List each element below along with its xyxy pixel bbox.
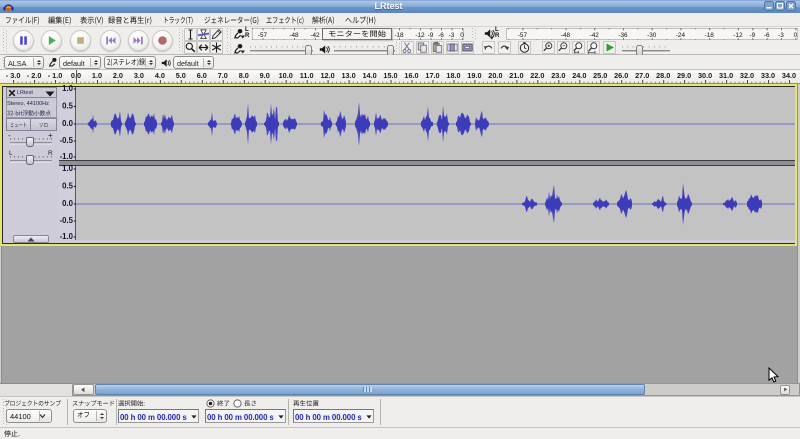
svg-text:1.0: 1.0 — [62, 164, 74, 173]
svg-text:-36: -36 — [618, 32, 628, 39]
svg-text:11.0: 11.0 — [300, 71, 314, 80]
svg-text:31.0: 31.0 — [719, 71, 733, 80]
svg-text:4.0: 4.0 — [155, 71, 165, 80]
svg-text:17.0: 17.0 — [425, 71, 439, 80]
svg-text:2.0: 2.0 — [113, 71, 123, 80]
svg-text:-24: -24 — [676, 32, 686, 39]
svg-text:0.0: 0.0 — [62, 119, 74, 128]
svg-text:5.0: 5.0 — [176, 71, 186, 80]
svg-text:18.0: 18.0 — [446, 71, 460, 80]
svg-text:34.0: 34.0 — [782, 71, 796, 80]
svg-text:-6: -6 — [764, 32, 770, 39]
svg-text:24.0: 24.0 — [572, 71, 586, 80]
svg-text:0.5: 0.5 — [62, 182, 74, 191]
svg-text:15.0: 15.0 — [383, 71, 397, 80]
svg-text:6.0: 6.0 — [197, 71, 207, 80]
svg-text:12.0: 12.0 — [320, 71, 334, 80]
svg-text:29.0: 29.0 — [677, 71, 691, 80]
svg-text:7.0: 7.0 — [218, 71, 228, 80]
svg-text:28.0: 28.0 — [656, 71, 670, 80]
svg-text:-12: -12 — [733, 32, 743, 39]
svg-text:-0.5: -0.5 — [60, 136, 74, 145]
svg-text:-48: -48 — [289, 32, 299, 39]
svg-text:-6: -6 — [438, 32, 444, 39]
svg-text:0.5: 0.5 — [62, 102, 74, 111]
svg-text:8.0: 8.0 — [239, 71, 249, 80]
svg-text:10.0: 10.0 — [279, 71, 293, 80]
svg-text:0: 0 — [794, 32, 798, 39]
svg-text:-1.0: -1.0 — [60, 152, 74, 161]
svg-text:16.0: 16.0 — [404, 71, 418, 80]
svg-text:25.0: 25.0 — [593, 71, 607, 80]
svg-text:30.0: 30.0 — [698, 71, 712, 80]
svg-text:-9: -9 — [428, 32, 434, 39]
svg-text:22.0: 22.0 — [530, 71, 544, 80]
svg-text:-42: -42 — [310, 32, 320, 39]
svg-text:20.0: 20.0 — [488, 71, 502, 80]
svg-text:3.0: 3.0 — [134, 71, 144, 80]
svg-text:9.0: 9.0 — [260, 71, 270, 80]
svg-text:14.0: 14.0 — [362, 71, 376, 80]
svg-text:27.0: 27.0 — [635, 71, 649, 80]
svg-text:0: 0 — [460, 32, 464, 39]
svg-text:-18: -18 — [394, 32, 404, 39]
svg-text:-42: -42 — [590, 32, 600, 39]
svg-text:- 2.0: - 2.0 — [27, 71, 42, 80]
svg-text:32.0: 32.0 — [740, 71, 754, 80]
svg-text:-1.0: -1.0 — [60, 232, 74, 241]
svg-text:0.0: 0.0 — [62, 199, 74, 208]
svg-text:13.0: 13.0 — [341, 71, 355, 80]
svg-text:21.0: 21.0 — [509, 71, 523, 80]
svg-text:- 3.0: - 3.0 — [6, 71, 21, 80]
svg-text:-57: -57 — [518, 32, 528, 39]
svg-text:-57: -57 — [258, 32, 268, 39]
svg-text:-3: -3 — [449, 32, 455, 39]
svg-text:- 1.0: - 1.0 — [48, 71, 63, 80]
svg-text:1.0: 1.0 — [62, 84, 74, 93]
svg-text:33.0: 33.0 — [761, 71, 775, 80]
svg-text:-3: -3 — [778, 32, 784, 39]
svg-text:1.0: 1.0 — [92, 71, 102, 80]
svg-text:-30: -30 — [647, 32, 657, 39]
svg-text:-18: -18 — [705, 32, 715, 39]
svg-text:26.0: 26.0 — [614, 71, 628, 80]
svg-text:-48: -48 — [561, 32, 571, 39]
svg-text:-9: -9 — [749, 32, 755, 39]
svg-text:-12: -12 — [415, 32, 425, 39]
svg-text:19.0: 19.0 — [467, 71, 481, 80]
svg-text:23.0: 23.0 — [551, 71, 565, 80]
svg-text:-0.5: -0.5 — [60, 216, 74, 225]
